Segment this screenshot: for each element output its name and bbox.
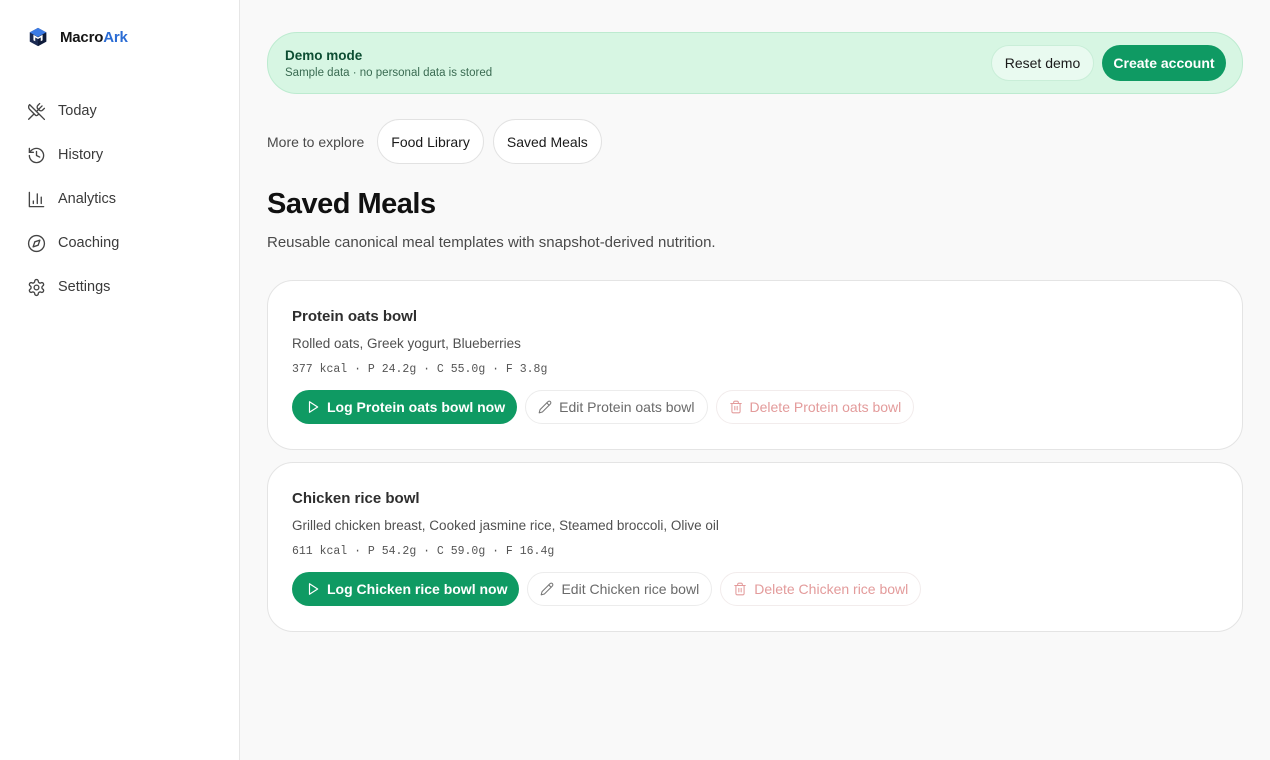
sidebar-item-settings[interactable]: Settings bbox=[27, 272, 227, 302]
page-subtitle: Reusable canonical meal templates with s… bbox=[267, 234, 716, 251]
meal-macros: 611 kcal · P 54.2g · C 59.0g · F 16.4g bbox=[292, 545, 555, 558]
reset-demo-button[interactable]: Reset demo bbox=[991, 45, 1094, 81]
brand[interactable]: MacroArk bbox=[27, 26, 128, 48]
explore-links: More to explore Food Library Saved Meals bbox=[267, 119, 611, 164]
delete-meal-label: Delete Chicken rice bowl bbox=[754, 581, 909, 597]
page-title: Saved Meals bbox=[267, 188, 436, 220]
sidebar-item-label: History bbox=[58, 147, 104, 163]
macroark-logo-icon bbox=[29, 27, 47, 47]
pencil-icon bbox=[538, 400, 552, 414]
meal-actions: Log Chicken rice bowl now Edit Chicken r… bbox=[292, 572, 922, 606]
edit-meal-button[interactable]: Edit Protein oats bowl bbox=[525, 390, 708, 424]
bar-chart-icon bbox=[28, 191, 45, 207]
sidebar-item-history[interactable]: History bbox=[27, 140, 227, 170]
edit-meal-label: Edit Protein oats bowl bbox=[559, 399, 695, 415]
sidebar-item-today[interactable]: Today bbox=[27, 96, 227, 126]
meal-ingredients: Rolled oats, Greek yogurt, Blueberries bbox=[292, 336, 521, 351]
banner-subtitle: Sample data · no personal data is stored bbox=[285, 67, 493, 79]
trash-icon bbox=[734, 582, 746, 596]
explore-label: More to explore bbox=[267, 133, 365, 150]
play-icon bbox=[308, 401, 319, 413]
play-icon bbox=[308, 583, 319, 595]
sidebar-item-label: Analytics bbox=[58, 191, 117, 207]
utensils-crossed-icon bbox=[27, 102, 46, 120]
meal-actions: Log Protein oats bowl now Edit Protein o… bbox=[292, 390, 915, 424]
edit-meal-button[interactable]: Edit Chicken rice bowl bbox=[527, 572, 713, 606]
edit-meal-label: Edit Chicken rice bowl bbox=[561, 581, 700, 597]
log-meal-label: Log Protein oats bowl now bbox=[327, 399, 506, 415]
brand-name: MacroArk bbox=[60, 28, 128, 46]
compass-icon bbox=[27, 234, 46, 252]
create-account-button[interactable]: Create account bbox=[1102, 45, 1226, 81]
sidebar-item-label: Today bbox=[58, 103, 97, 119]
sidebar-item-label: Coaching bbox=[58, 235, 120, 251]
meal-name: Chicken rice bowl bbox=[292, 490, 420, 507]
log-meal-button[interactable]: Log Chicken rice bowl now bbox=[292, 572, 520, 606]
log-meal-button[interactable]: Log Protein oats bowl now bbox=[292, 390, 518, 424]
delete-meal-button[interactable]: Delete Chicken rice bowl bbox=[720, 572, 922, 606]
saved-meals-link[interactable]: Saved Meals bbox=[492, 119, 602, 164]
meal-name: Protein oats bowl bbox=[292, 308, 418, 325]
sidebar-nav: Today History Analytics Coaching Setting… bbox=[27, 96, 227, 316]
food-library-link[interactable]: Food Library bbox=[377, 119, 484, 164]
pencil-icon bbox=[541, 582, 554, 596]
banner-title: Demo mode bbox=[285, 48, 363, 63]
sidebar: MacroArk Today History Analytics Coachin… bbox=[0, 0, 240, 760]
sidebar-item-analytics[interactable]: Analytics bbox=[27, 184, 227, 214]
trash-icon bbox=[729, 400, 742, 414]
delete-meal-label: Delete Protein oats bowl bbox=[749, 399, 902, 415]
sidebar-item-label: Settings bbox=[58, 279, 111, 295]
meal-ingredients: Grilled chicken breast, Cooked jasmine r… bbox=[292, 518, 719, 533]
gear-icon bbox=[28, 278, 45, 296]
sidebar-item-coaching[interactable]: Coaching bbox=[27, 228, 227, 258]
meal-macros: 377 kcal · P 24.2g · C 55.0g · F 3.8g bbox=[292, 363, 548, 376]
delete-meal-button[interactable]: Delete Protein oats bowl bbox=[715, 390, 915, 424]
saved-meal-card: Protein oats bowl Rolled oats, Greek yog… bbox=[267, 280, 1243, 450]
log-meal-label: Log Chicken rice bowl now bbox=[327, 581, 508, 597]
saved-meal-card: Chicken rice bowl Grilled chicken breast… bbox=[267, 462, 1243, 632]
demo-mode-banner: Demo mode Sample data · no personal data… bbox=[267, 32, 1243, 94]
history-icon bbox=[28, 147, 45, 163]
